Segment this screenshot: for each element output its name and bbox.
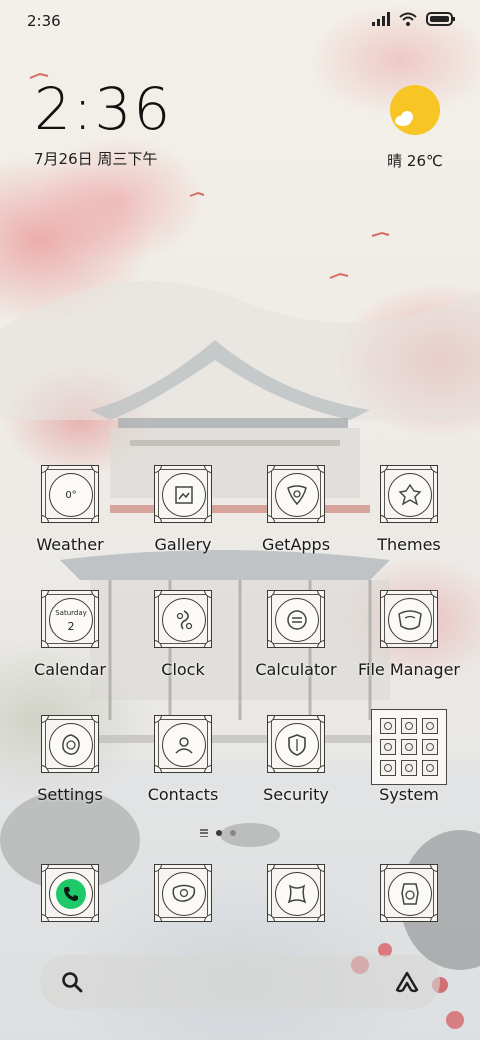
- search-bar[interactable]: [40, 955, 440, 1009]
- page-dot-active: [216, 830, 222, 836]
- app-themes[interactable]: Themes: [353, 465, 465, 575]
- app-label: Settings: [37, 785, 103, 804]
- app-calculator[interactable]: Calculator: [240, 590, 352, 700]
- app-label: Gallery: [154, 535, 212, 554]
- calculator-icon: [267, 590, 325, 648]
- app-clock[interactable]: Clock: [127, 590, 239, 700]
- home-screen: 2:36 2:36 7月26日 周三下午 晴 26℃ 0° Weather Ga…: [0, 0, 480, 1040]
- clock-time: 2:36: [34, 75, 173, 143]
- menu-lines-icon: [200, 829, 208, 837]
- dock-messages[interactable]: [127, 864, 239, 924]
- wifi-icon: [399, 12, 417, 26]
- clock-widget[interactable]: 2:36 7月26日 周三下午: [34, 76, 172, 169]
- calendar-day: Saturday: [55, 609, 87, 617]
- getapps-icon: [267, 465, 325, 523]
- browser-icon: [267, 864, 325, 922]
- phone-handset-icon: [56, 879, 86, 909]
- app-calendar[interactable]: Saturday 2 Calendar: [14, 590, 126, 700]
- security-icon: [267, 715, 325, 773]
- app-label: Clock: [161, 660, 205, 679]
- system-folder-icon[interactable]: [371, 709, 447, 785]
- clock-icon: [154, 590, 212, 648]
- calendar-num: 2: [67, 620, 75, 633]
- app-label: GetApps: [261, 535, 331, 554]
- app-getapps[interactable]: GetApps: [240, 465, 352, 575]
- app-file-manager[interactable]: File Manager: [353, 590, 465, 700]
- search-icon[interactable]: [60, 970, 84, 994]
- app-label: System: [379, 785, 439, 804]
- weather-widget[interactable]: 晴 26℃: [380, 84, 450, 171]
- contacts-icon: [154, 715, 212, 773]
- app-label: Themes: [377, 535, 441, 554]
- camera-icon: [380, 864, 438, 922]
- weather-temp-glyph: 0°: [65, 489, 77, 501]
- dock-browser[interactable]: [240, 864, 352, 924]
- status-time: 2:36: [27, 12, 61, 30]
- app-label: Calendar: [34, 660, 106, 679]
- app-weather[interactable]: 0° Weather: [14, 465, 126, 575]
- app-gallery[interactable]: Gallery: [127, 465, 239, 575]
- app-label: Contacts: [147, 785, 219, 804]
- settings-icon: [41, 715, 99, 773]
- status-bar: 2:36: [0, 0, 480, 40]
- app-label: Weather: [36, 535, 104, 554]
- dock-camera[interactable]: [353, 864, 465, 924]
- app-settings[interactable]: Settings: [14, 715, 126, 825]
- app-contacts[interactable]: Contacts: [127, 715, 239, 825]
- app-label: File Manager: [358, 660, 460, 679]
- calendar-icon: Saturday 2: [41, 590, 99, 648]
- status-icons: [372, 12, 456, 26]
- messages-icon: [154, 864, 212, 922]
- app-label: Security: [263, 785, 329, 804]
- page-dot: [230, 830, 236, 836]
- assistant-icon[interactable]: [394, 970, 420, 994]
- phone-icon: [41, 864, 99, 922]
- battery-icon: [426, 12, 455, 26]
- clock-date: 7月26日 周三下午: [34, 150, 158, 168]
- gallery-icon: [154, 465, 212, 523]
- dock-phone[interactable]: [14, 864, 126, 924]
- file-manager-icon: [380, 590, 438, 648]
- weather-icon: 0°: [41, 465, 99, 523]
- page-indicator[interactable]: [200, 829, 236, 837]
- signal-icon: [372, 12, 390, 26]
- app-security[interactable]: Security: [240, 715, 352, 825]
- themes-icon: [380, 465, 438, 523]
- app-label: Calculator: [255, 660, 337, 679]
- partly-sunny-icon: [390, 85, 440, 135]
- weather-text: 晴 26℃: [387, 152, 443, 170]
